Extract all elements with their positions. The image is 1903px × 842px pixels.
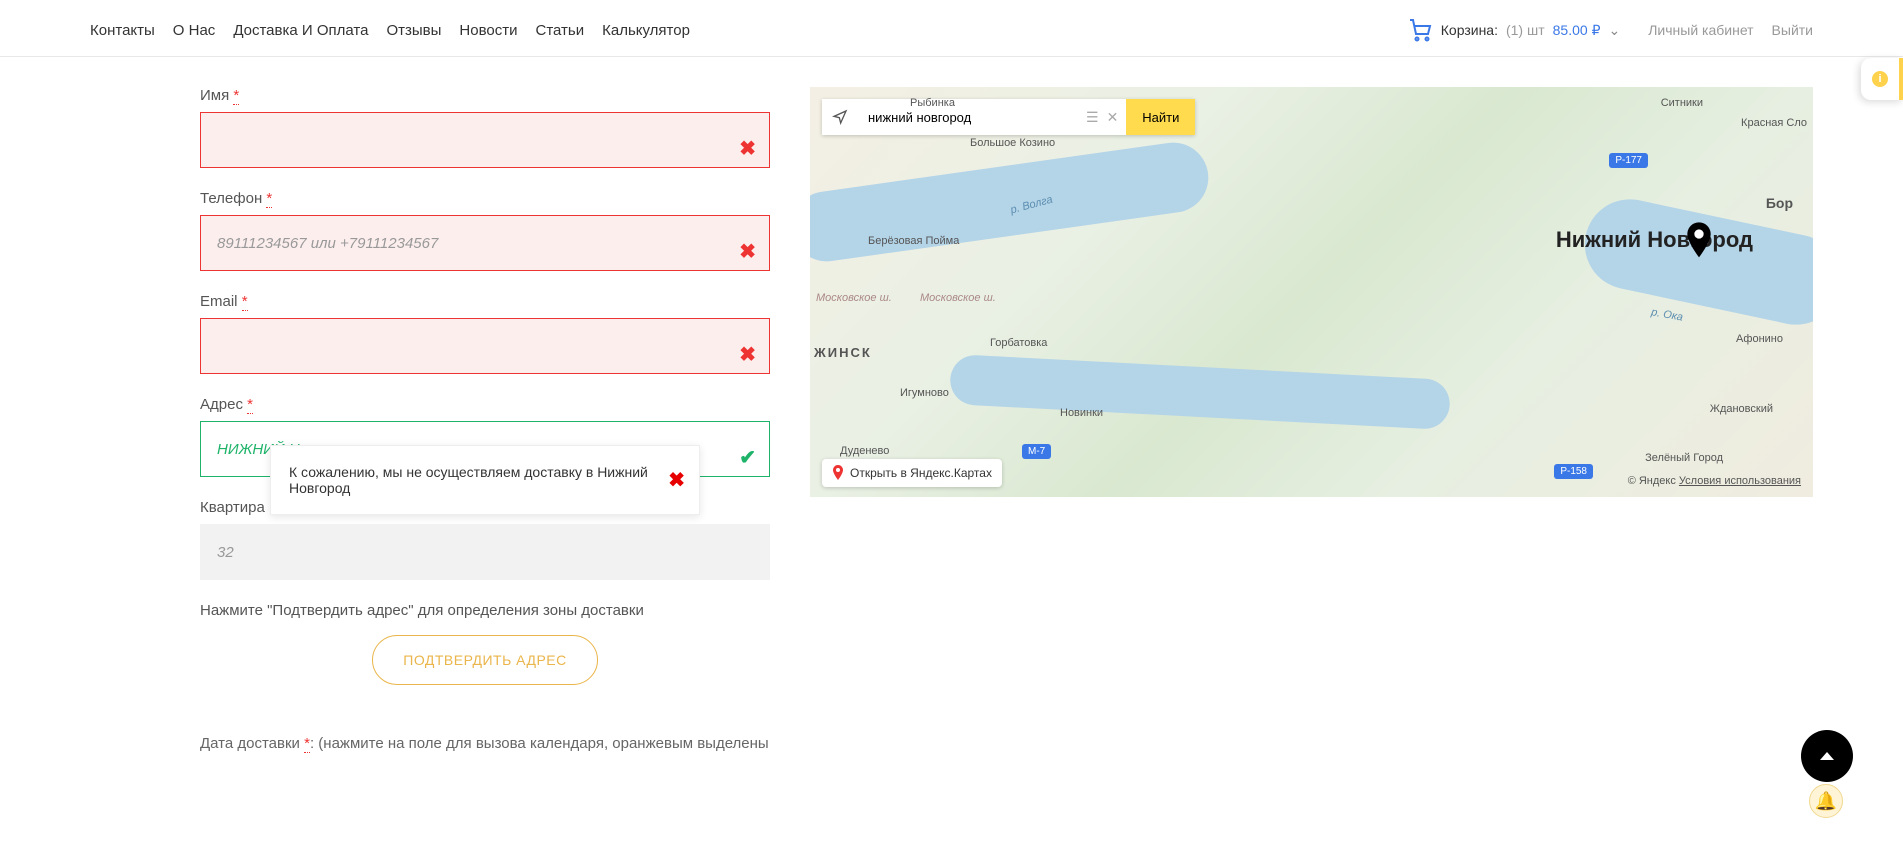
bell-icon: 🔔 [1815,791,1837,812]
side-notification[interactable]: i [1861,58,1903,100]
locate-button[interactable] [822,99,858,135]
open-in-yandex-link[interactable]: Открыть в Яндекс.Картах [822,459,1002,487]
map-attribution: © Яндекс Условия использования [1628,475,1801,487]
map-label: Московское ш. [816,292,892,304]
confirm-hint: Нажмите "Подтвердить адрес" для определе… [200,602,770,619]
terms-link[interactable]: Условия использования [1679,475,1801,487]
scroll-to-top-button[interactable] [1801,730,1853,782]
map-label: Красная Сло [1741,117,1807,129]
map-label: ЖИНСК [814,345,872,360]
phone-label: Телефон * [200,190,272,207]
apartment-label: Квартира [200,499,265,516]
road-badge: Р-177 [1609,153,1648,168]
location-arrow-icon [832,109,848,125]
cart-count: (1) шт [1506,22,1545,38]
check-icon: ✔ [739,445,756,470]
map-label: Горбатовка [990,337,1047,349]
notification-bell[interactable]: 🔔 [1809,784,1843,818]
cart-widget[interactable]: Корзина: (1) шт 85.00 ₽ ⌄ [1407,18,1620,42]
phone-input[interactable] [200,215,770,271]
map-city-main: Нижний Новгород [1556,227,1753,253]
map-label: Большое Козино [970,137,1055,149]
cart-icon [1407,18,1433,42]
pin-icon [832,465,844,481]
date-delivery-label: Дата доставки *: (нажмите на поле для вы… [200,735,770,752]
email-input[interactable] [200,318,770,374]
chevron-down-icon: ⌄ [1608,22,1620,39]
error-icon: ✖ [739,136,756,161]
map-label: Рыбинка [910,97,955,109]
address-label: Адрес * [200,396,253,413]
map[interactable]: ☰ ✕ Найти Нижний Новгород Рыбинка Ситник… [810,87,1813,497]
nav-about[interactable]: О Нас [173,22,216,39]
email-label: Email * [200,293,248,310]
error-icon: ✖ [739,239,756,264]
road-badge: М-7 [1022,444,1051,459]
apartment-input[interactable] [200,524,770,580]
map-searchbar: ☰ ✕ Найти [822,99,1195,135]
map-label: Новинки [1060,407,1103,419]
map-search-button[interactable]: Найти [1126,99,1195,135]
map-label: Московское ш. [920,292,996,304]
map-label: Бор [1766,195,1793,211]
delivery-error-popover: К сожалению, мы не осуществляем доставку… [270,445,700,515]
nav-reviews[interactable]: Отзывы [386,22,441,39]
account-link[interactable]: Личный кабинет [1648,22,1753,38]
nav-delivery[interactable]: Доставка И Оплата [233,22,368,39]
map-label: Зелёный Город [1645,452,1723,464]
confirm-address-button[interactable]: ПОДТВЕРДИТЬ АДРЕС [372,635,598,685]
logout-link[interactable]: Выйти [1772,22,1813,38]
nav-calculator[interactable]: Калькулятор [602,22,690,39]
map-label: р. Ока [1650,306,1684,323]
popover-text: К сожалению, мы не осуществляем доставку… [289,464,648,496]
cart-label: Корзина: [1441,22,1498,38]
nav-news[interactable]: Новости [459,22,517,39]
map-search-input[interactable] [858,99,1078,135]
nav-contacts[interactable]: Контакты [90,22,155,39]
map-label: Берёзовая Пойма [868,235,959,247]
arrow-up-icon [1820,752,1834,760]
map-label: Ждановский [1710,403,1773,415]
main-nav: Контакты О Нас Доставка И Оплата Отзывы … [90,22,690,39]
road-badge: Р-158 [1554,464,1593,479]
name-input[interactable] [200,112,770,168]
error-icon: ✖ [739,342,756,367]
list-icon[interactable]: ☰ [1086,109,1099,126]
map-label: Афонино [1736,333,1783,345]
cart-price: 85.00 ₽ [1553,22,1601,39]
name-label: Имя * [200,87,239,104]
close-icon[interactable]: ✖ [668,468,685,493]
info-icon: i [1872,71,1888,87]
map-label: Игумново [900,387,949,399]
map-label: Дуденево [840,445,889,457]
map-pin-icon [1685,222,1713,260]
nav-articles[interactable]: Статьи [535,22,584,39]
map-label: Ситники [1661,97,1703,109]
clear-icon[interactable]: ✕ [1107,109,1119,126]
